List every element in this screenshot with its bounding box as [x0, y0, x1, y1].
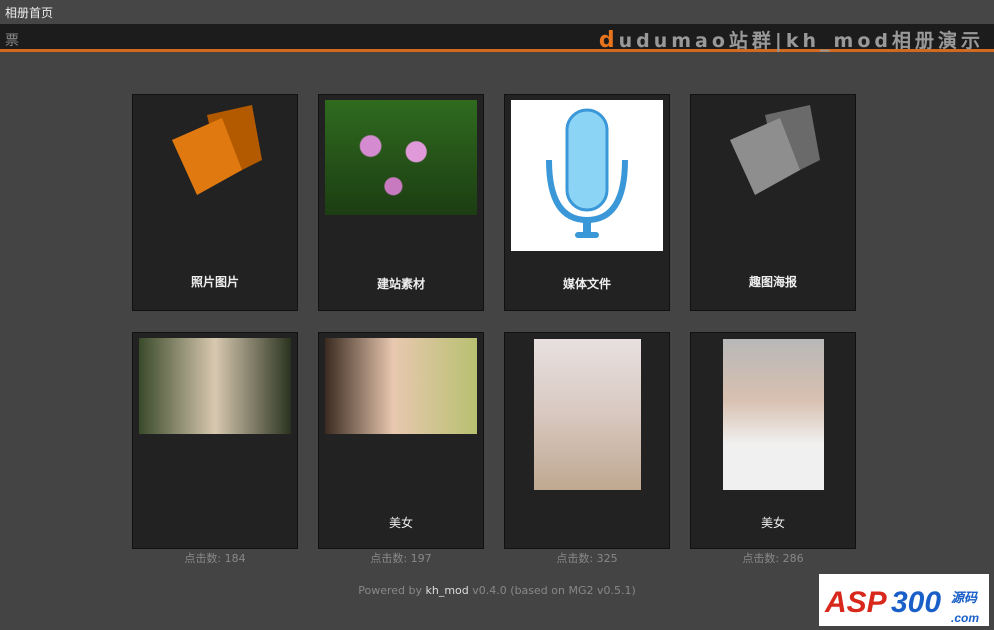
site-brand[interactable]: dudumao站群|kh_mod相册演示 [599, 26, 984, 53]
footer-suffix: v0.4.0 (based on MG2 v0.5.1) [468, 584, 636, 597]
brand-initial: d [598, 28, 619, 53]
svg-text:ASP: ASP [824, 586, 888, 619]
microphone-icon [511, 100, 663, 251]
svg-text:.com: .com [951, 611, 979, 625]
header-glyph: 票 [5, 33, 19, 49]
svg-text:300: 300 [891, 586, 941, 619]
photo-card[interactable]: 美女 [690, 332, 856, 549]
woman-dress-photo [723, 339, 824, 490]
album-title: 趣图海报 [748, 275, 797, 289]
album-title: 照片图片 [190, 275, 239, 289]
album-card-media[interactable]: 媒体文件 [504, 94, 670, 311]
album-card-posters[interactable]: 趣图海报 [690, 94, 856, 311]
album-title: 媒体文件 [562, 277, 611, 291]
gray-folder-icon [730, 105, 820, 195]
click-count: 点击数: 184 [184, 552, 246, 565]
photo-card[interactable] [504, 332, 670, 549]
album-title: 建站素材 [376, 277, 425, 291]
page-title: 相册首页 [5, 6, 54, 20]
footer-prefix: Powered by [358, 584, 426, 597]
woman-headphones-photo [139, 338, 291, 434]
album-card-materials[interactable]: 建站素材 [318, 94, 484, 311]
svg-text:源码: 源码 [951, 590, 979, 606]
orange-folder-icon [172, 105, 262, 195]
woman-sitting-photo [534, 339, 641, 490]
window-title-bar: 相册首页 [0, 0, 994, 24]
woman-portrait-photo [325, 338, 477, 434]
click-count: 点击数: 286 [742, 552, 804, 565]
click-count: 点击数: 325 [556, 552, 618, 565]
photo-card[interactable]: 美女 [318, 332, 484, 549]
click-count: 点击数: 197 [370, 552, 432, 565]
asp300-logo: ASP 300 源码 .com [819, 574, 989, 626]
album-card-photos[interactable]: 照片图片 [132, 94, 298, 311]
photo-card[interactable] [132, 332, 298, 549]
kh-mod-link[interactable]: kh_mod [426, 584, 469, 597]
lotus-photo [325, 100, 477, 215]
brand-text: udumao站群|kh_mod相册演示 [618, 30, 984, 52]
photo-title: 美女 [760, 516, 785, 530]
site-header: 票 dudumao站群|kh_mod相册演示 [0, 24, 994, 53]
photo-title: 美女 [388, 516, 413, 530]
